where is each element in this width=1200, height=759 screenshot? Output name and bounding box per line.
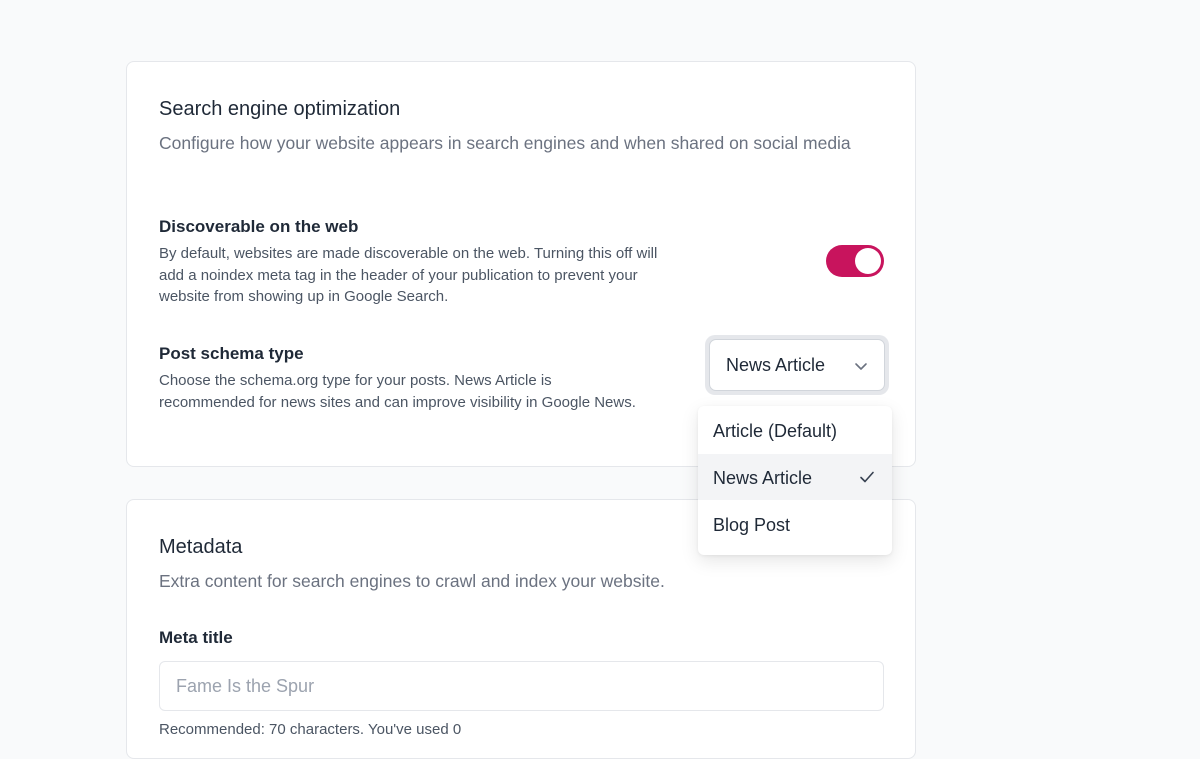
discoverable-description: By default, websites are made discoverab…: [159, 245, 658, 305]
metadata-card-description: Extra content for search engines to craw…: [159, 571, 665, 591]
schema-option-article[interactable]: Article (Default): [698, 407, 892, 453]
metadata-card-title: Metadata: [159, 536, 243, 558]
check-icon: [860, 471, 874, 483]
discoverable-title: Discoverable on the web: [159, 217, 359, 236]
schema-option-blog-post[interactable]: Blog Post: [698, 501, 892, 547]
seo-card-title: Search engine optimization: [159, 98, 401, 120]
toggle-knob: [855, 248, 881, 274]
discoverable-toggle[interactable]: [826, 245, 884, 277]
schema-type-selected-value: News Article: [726, 355, 826, 375]
schema-type-select[interactable]: News Article: [709, 339, 885, 391]
seo-card-description: Configure how your website appears in se…: [159, 133, 851, 153]
schema-option-news-article[interactable]: News Article: [698, 454, 892, 500]
schema-type-select-focus-ring: News Article: [705, 335, 889, 395]
meta-title-input[interactable]: [159, 661, 884, 711]
chevron-down-icon: [855, 363, 867, 370]
option-label: News Article: [713, 468, 813, 488]
meta-title-label: Meta title: [159, 628, 233, 647]
option-label: Article (Default): [713, 421, 838, 441]
schema-type-dropdown: Article (Default) News Article Blog Post: [698, 406, 892, 555]
meta-title-hint: Recommended: 70 characters. You've used …: [159, 721, 462, 738]
schema-type-title: Post schema type: [159, 344, 304, 363]
schema-type-description: Choose the schema.org type for your post…: [159, 372, 636, 411]
option-label: Blog Post: [713, 515, 791, 535]
